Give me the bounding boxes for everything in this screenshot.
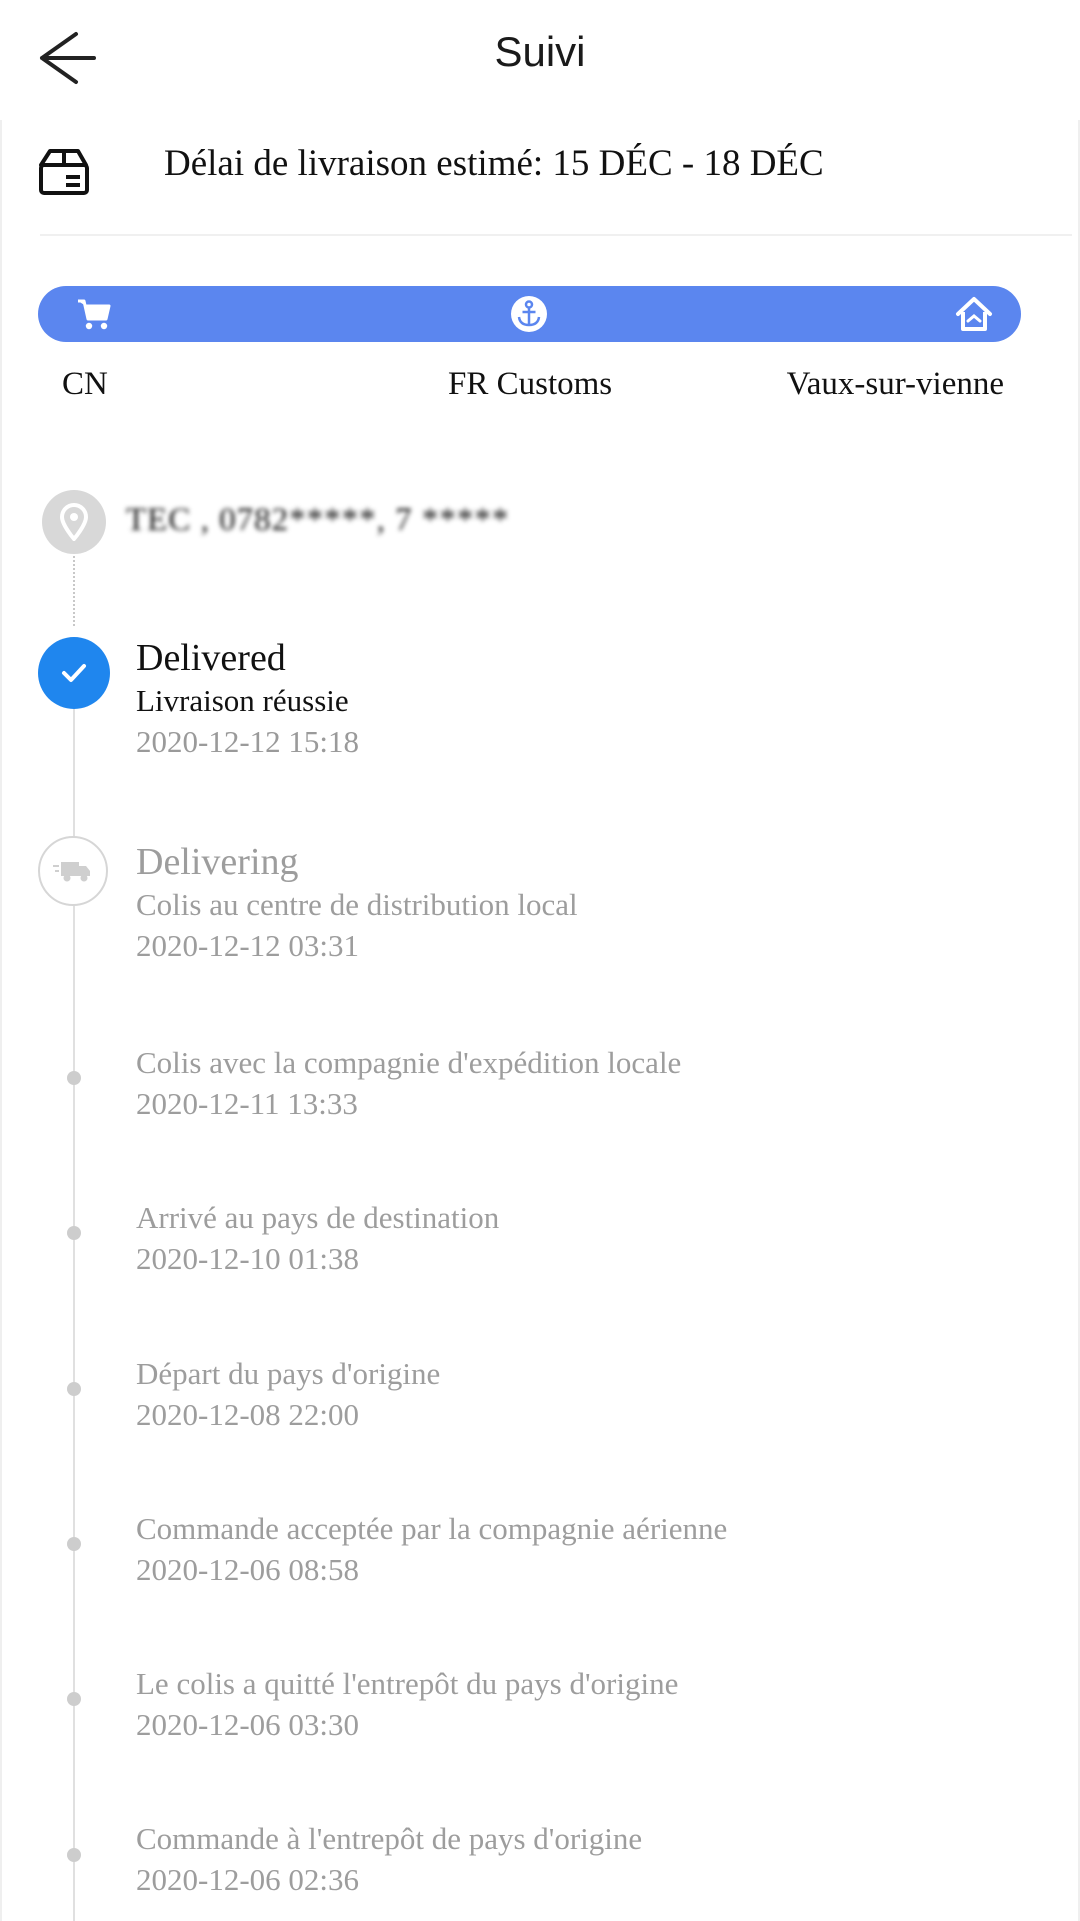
event-description: Arrivé au pays de destination <box>136 1200 500 1235</box>
event-description: Commande à l'entrepôt de pays d'origine <box>136 1821 643 1856</box>
timeline-dot <box>67 1226 81 1240</box>
address-connector <box>73 556 75 626</box>
cart-icon <box>78 299 111 330</box>
timeline-event: Arrivé au pays de destination 2020-12-10… <box>136 1197 499 1279</box>
anchor-icon <box>511 296 547 332</box>
event-description: Colis au centre de distribution local <box>136 887 578 922</box>
delivered-status-node <box>38 637 110 709</box>
timeline-event-delivering: Delivering Colis au centre de distributi… <box>136 840 578 966</box>
timeline-dot <box>67 1071 81 1085</box>
check-icon <box>62 664 86 682</box>
event-timestamp: 2020-12-11 13:33 <box>136 1086 358 1121</box>
timeline-event: Départ du pays d'origine 2020-12-08 22:0… <box>136 1353 440 1435</box>
event-title: Delivered <box>136 637 286 679</box>
event-description: Colis avec la compagnie d'expédition loc… <box>136 1045 682 1080</box>
event-description: Livraison réussie <box>136 683 349 718</box>
timeline-event: Colis avec la compagnie d'expédition loc… <box>136 1042 681 1124</box>
event-timestamp: 2020-12-08 22:00 <box>136 1397 360 1432</box>
app-header: Suivi <box>0 0 1080 120</box>
package-box-icon <box>39 149 89 195</box>
route-stop-destination: Vaux-sur-vienne <box>786 366 1004 402</box>
event-title: Delivering <box>136 841 299 883</box>
timeline-event: Commande à l'entrepôt de pays d'origine … <box>136 1818 642 1900</box>
delivery-estimate-row: Délai de livraison estimé: 15 DÉC - 18 D… <box>0 120 1080 236</box>
delivery-estimate-text: Délai de livraison estimé: 15 DÉC - 18 D… <box>164 143 824 184</box>
delivering-status-node <box>38 836 108 906</box>
location-pin-badge <box>42 490 106 554</box>
route-stop-origin: CN <box>62 366 108 402</box>
timeline-dot <box>67 1692 81 1706</box>
event-timestamp: 2020-12-06 02:36 <box>136 1862 360 1897</box>
event-description: Commande acceptée par la compagnie aérie… <box>136 1511 728 1546</box>
route-progress-bar <box>38 286 1021 342</box>
timeline-dot <box>67 1382 81 1396</box>
location-pin-icon <box>59 503 89 541</box>
timeline-event-delivered: Delivered Livraison réussie 2020-12-12 1… <box>136 636 359 762</box>
event-timestamp: 2020-12-12 03:31 <box>136 928 360 963</box>
event-description: Le colis a quitté l'entrepôt du pays d'o… <box>136 1666 679 1701</box>
route-stop-labels: CN FR Customs Vaux-sur-vienne <box>0 366 1080 410</box>
event-timestamp: 2020-12-10 01:38 <box>136 1241 360 1276</box>
timeline-event: Le colis a quitté l'entrepôt du pays d'o… <box>136 1663 678 1745</box>
route-stop-customs: FR Customs <box>448 366 613 402</box>
timeline-event: Commande acceptée par la compagnie aérie… <box>136 1508 727 1590</box>
shipping-address-text: TEC , 0782*****, 7 ***** <box>126 502 510 538</box>
event-description: Départ du pays d'origine <box>136 1356 441 1391</box>
event-timestamp: 2020-12-06 03:30 <box>136 1707 360 1742</box>
section-divider <box>40 234 1072 236</box>
home-icon <box>956 297 992 331</box>
page-title: Suivi <box>494 28 586 75</box>
event-timestamp: 2020-12-06 08:58 <box>136 1552 360 1587</box>
event-timestamp: 2020-12-12 15:18 <box>136 724 360 759</box>
delivery-truck-icon <box>53 862 90 882</box>
timeline-dot <box>67 1537 81 1551</box>
timeline-dot <box>67 1848 81 1862</box>
